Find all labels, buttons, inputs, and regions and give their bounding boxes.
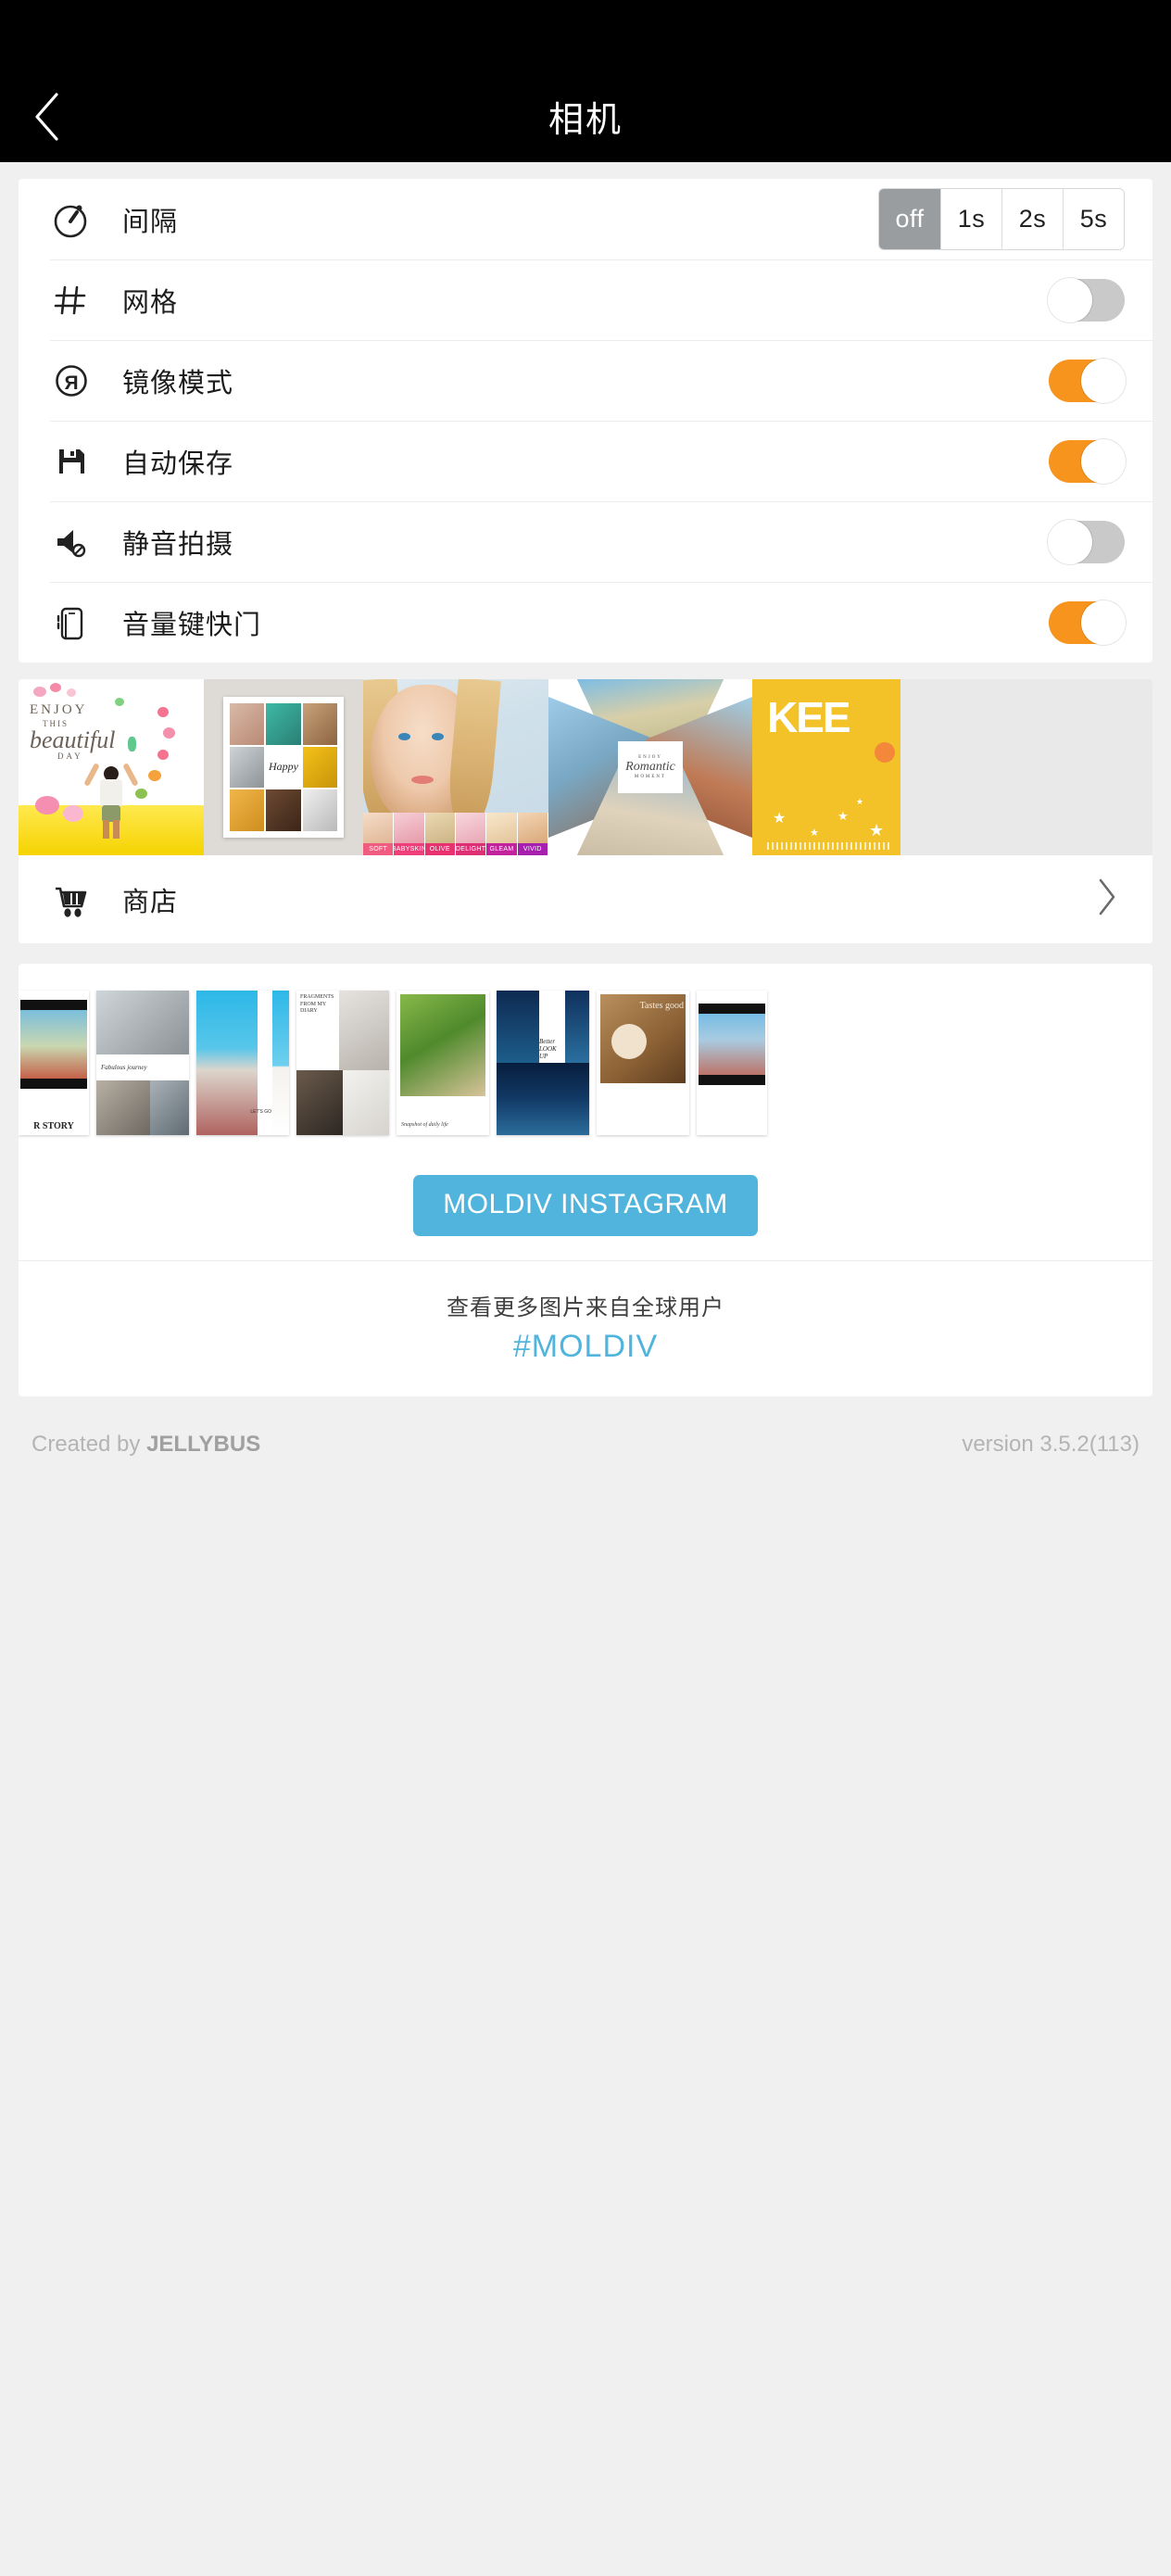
instagram-thumb-our-story-film[interactable]: R STORY <box>19 991 89 1135</box>
interval-option-1s[interactable]: 1s <box>940 189 1001 249</box>
moldiv-instagram-button[interactable]: MOLDIV INSTAGRAM <box>413 1175 758 1236</box>
toggle-grid[interactable] <box>1048 277 1125 322</box>
instagram-footer: 查看更多图片来自全球用户 #MOLDIV <box>19 1260 1152 1396</box>
toggle-knob <box>1048 519 1092 564</box>
thumb-caption: Tastes good <box>639 1001 684 1011</box>
promo-caption: Happy <box>268 760 298 774</box>
setting-row-interval: 间隔 off 1s 2s 5s <box>19 179 1152 259</box>
instagram-thumb-daily-life[interactable]: Snapshot of daily life <box>397 991 489 1135</box>
setting-row-auto-save: 自动保存 <box>19 421 1152 501</box>
filter-thumb-olive[interactable]: OLIVE <box>424 813 456 855</box>
toggle-volume-key-shutter[interactable] <box>1049 600 1126 645</box>
toggle-knob <box>1048 277 1092 322</box>
filter-thumb-soft[interactable]: SOFT <box>363 813 395 855</box>
setting-label-mirror-mode: 镜像模式 <box>122 368 234 398</box>
instagram-thumb-tastes-good[interactable]: Tastes good <box>597 991 689 1135</box>
instagram-thumb-beach-lets-go[interactable]: LET'S GO <box>196 991 289 1135</box>
setting-label-grid: 网格 <box>122 287 179 318</box>
promo-panel-keep-yellow[interactable]: KEE ★ ★ ★ ★ ★ <box>752 679 900 855</box>
app-header: 相机 <box>0 0 1171 162</box>
toggle-knob <box>1081 600 1126 645</box>
speaker-mute-icon <box>50 521 106 563</box>
timer-icon <box>50 198 106 241</box>
created-by: Created by JELLYBUS <box>31 1432 260 1458</box>
promo-caption: ENJOY THIS beautiful DAY <box>30 702 116 762</box>
interval-option-off[interactable]: off <box>879 189 940 249</box>
filter-thumb-delight[interactable]: DELIGHT <box>455 813 487 855</box>
store-promo-card: ENJOY THIS beautiful DAY Happy SOFT ABYS… <box>19 679 1152 943</box>
svg-text:R: R <box>64 373 78 394</box>
filter-thumb-gleam[interactable]: GLEAM <box>486 813 518 855</box>
instagram-button-wrap: MOLDIV INSTAGRAM <box>19 1158 1152 1260</box>
toggle-mirror-mode[interactable] <box>1049 358 1126 403</box>
grid-icon <box>50 279 106 322</box>
interval-option-5s[interactable]: 5s <box>1063 189 1124 249</box>
store-row[interactable]: 商店 <box>19 855 1152 943</box>
instagram-thumb-city-look-up[interactable]: Better LOOK UP <box>497 991 589 1135</box>
promo-panel-enjoy-beautiful-day[interactable]: ENJOY THIS beautiful DAY <box>19 679 204 855</box>
toggle-knob <box>1081 438 1126 484</box>
instagram-hashtag-link[interactable]: #MOLDIV <box>19 1329 1152 1365</box>
chevron-left-icon <box>31 91 63 143</box>
app-version: version 3.5.2(113) <box>962 1432 1140 1457</box>
interval-option-2s[interactable]: 2s <box>1001 189 1063 249</box>
created-by-brand: JELLYBUS <box>146 1432 261 1457</box>
instagram-thumb-fragments-diary[interactable]: FRAGMENTS FROM MY DIARY <box>296 991 389 1135</box>
thumb-caption: Snapshot of daily life <box>401 1122 448 1128</box>
chevron-right-icon <box>1095 877 1119 922</box>
back-button[interactable] <box>13 82 82 151</box>
setting-label-interval: 间隔 <box>122 207 179 237</box>
floppy-save-icon <box>50 440 106 483</box>
setting-row-silent-shooting: 静音拍摄 <box>19 501 1152 582</box>
setting-label-silent-shooting: 静音拍摄 <box>122 529 234 560</box>
shopping-cart-icon <box>50 878 106 921</box>
filter-thumbnail-strip[interactable]: SOFT BABYSKIN OLIVE DELIGHT GLEAM <box>363 813 548 855</box>
thumb-caption: LET'S GO <box>250 1109 271 1115</box>
app-footer: Created by JELLYBUS version 3.5.2(113) <box>0 1396 1171 1458</box>
filter-thumb-vivid[interactable]: VIVID <box>517 813 548 855</box>
toggle-auto-save[interactable] <box>1049 438 1126 484</box>
promo-caption: ENJOY Romantic MOMENT <box>618 741 683 793</box>
promo-illustration <box>83 759 139 839</box>
instagram-card: R STORY Fabulous journey LET'S GO FRAGME… <box>19 964 1152 1396</box>
setting-row-volume-key-shutter: 音量键快门 <box>19 582 1152 663</box>
instagram-thumb-canyon-film[interactable] <box>697 991 767 1135</box>
toggle-silent-shooting[interactable] <box>1048 519 1125 564</box>
promo-caption: KEE <box>767 693 851 741</box>
thumb-caption: Fabulous journey <box>101 1063 147 1071</box>
toggle-knob <box>1081 358 1126 403</box>
thumb-caption: Better LOOK UP <box>539 1038 557 1060</box>
promo-panel-romantic-moment[interactable]: ENJOY Romantic MOMENT <box>548 679 752 855</box>
mirror-mode-icon: R <box>50 360 106 402</box>
instagram-thumbnail-strip[interactable]: R STORY Fabulous journey LET'S GO FRAGME… <box>19 964 1152 1158</box>
promo-banner[interactable]: ENJOY THIS beautiful DAY Happy SOFT ABYS… <box>19 679 1152 855</box>
promo-panel-happy-collage[interactable]: Happy <box>204 679 363 855</box>
promo-panel-beauty-filters[interactable]: SOFT BABYSKIN OLIVE DELIGHT GLEAM <box>363 679 548 855</box>
created-by-prefix: Created by <box>31 1432 147 1457</box>
filter-thumb-babyskin[interactable]: BABYSKIN <box>394 813 425 855</box>
setting-row-grid: 网格 <box>19 259 1152 340</box>
thumb-caption: FRAGMENTS FROM MY DIARY <box>300 994 334 1014</box>
interval-segmented-control[interactable]: off 1s 2s 5s <box>878 188 1125 250</box>
setting-label-auto-save: 自动保存 <box>122 448 234 479</box>
store-label: 商店 <box>122 887 179 917</box>
instagram-thumb-travel-journey[interactable]: Fabulous journey <box>96 991 189 1135</box>
thumb-caption: R STORY <box>33 1121 74 1131</box>
camera-settings-card: 间隔 off 1s 2s 5s 网格 R 镜像模式 自动保存 静音拍摄 音量键快… <box>19 179 1152 663</box>
setting-label-volume-key-shutter: 音量键快门 <box>122 610 262 640</box>
page-title: 相机 <box>548 101 623 140</box>
setting-row-mirror-mode: R 镜像模式 <box>19 340 1152 421</box>
volume-key-icon <box>50 601 106 644</box>
instagram-footer-text: 查看更多图片来自全球用户 <box>447 1295 724 1320</box>
